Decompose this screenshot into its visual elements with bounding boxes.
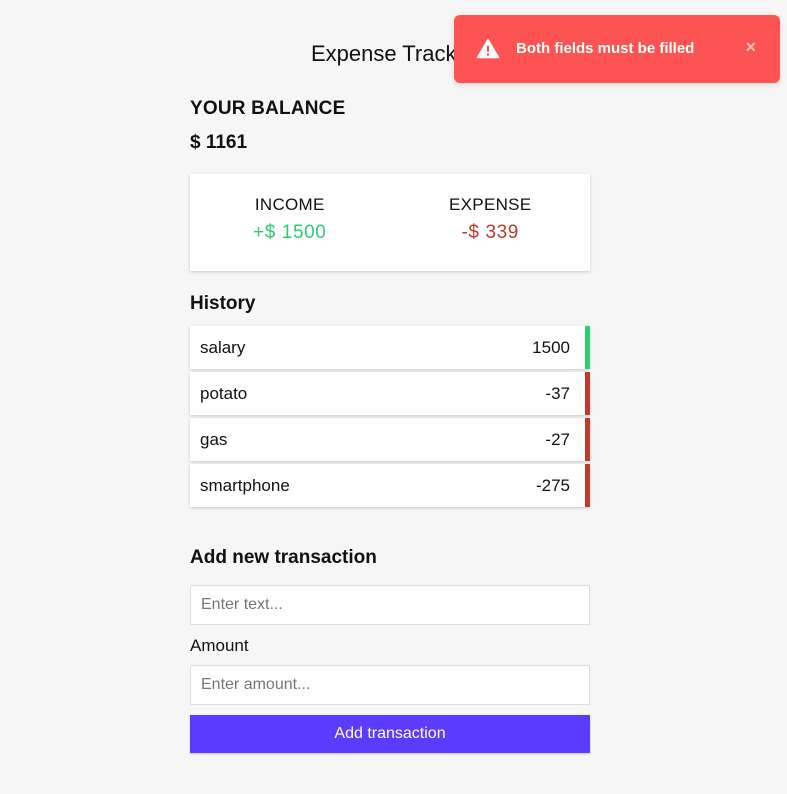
history-item[interactable]: smartphone -275 bbox=[190, 464, 590, 507]
expense-column: EXPENSE -$ 339 bbox=[391, 195, 591, 271]
income-label: INCOME bbox=[254, 195, 325, 214]
expense-value: -$ 339 bbox=[461, 222, 519, 243]
toast-message: Both fields must be filled bbox=[516, 39, 695, 57]
history-list: salary 1500 potato -37 gas -27 smartphon… bbox=[190, 326, 590, 507]
history-item-amount: -37 bbox=[545, 383, 570, 403]
text-field-group bbox=[190, 585, 590, 625]
amount-label: Amount bbox=[190, 636, 249, 655]
add-transaction-button[interactable]: Add transaction bbox=[190, 715, 590, 753]
add-transaction-title: Add new transaction bbox=[190, 547, 377, 568]
error-toast: Both fields must be filled × bbox=[454, 15, 780, 83]
amount-input[interactable] bbox=[190, 665, 590, 705]
income-column: INCOME +$ 1500 bbox=[190, 195, 390, 271]
income-expense-card: INCOME +$ 1500 EXPENSE -$ 339 bbox=[190, 174, 590, 271]
add-transaction-form: Amount Add transaction bbox=[190, 585, 590, 753]
main-container: YOUR BALANCE $ 1161 INCOME +$ 1500 EXPEN… bbox=[190, 96, 590, 753]
income-value: +$ 1500 bbox=[253, 222, 327, 243]
history-item-text: gas bbox=[200, 429, 228, 449]
history-item[interactable]: salary 1500 bbox=[190, 326, 590, 369]
close-icon[interactable]: × bbox=[745, 37, 756, 58]
history-item-text: smartphone bbox=[200, 475, 290, 495]
history-item-text: salary bbox=[200, 337, 246, 357]
history-item[interactable]: potato -37 bbox=[190, 372, 590, 415]
text-input[interactable] bbox=[190, 585, 590, 625]
history-item[interactable]: gas -27 bbox=[190, 418, 590, 461]
balance-label: YOUR BALANCE bbox=[190, 98, 346, 119]
balance-value: $ 1161 bbox=[190, 132, 248, 153]
history-item-amount: 1500 bbox=[532, 337, 570, 357]
history-item-amount: -275 bbox=[535, 475, 570, 495]
history-item-text: potato bbox=[200, 383, 248, 403]
expense-label: EXPENSE bbox=[449, 195, 532, 214]
warning-icon bbox=[476, 37, 500, 61]
history-item-amount: -27 bbox=[545, 429, 570, 449]
history-title: History bbox=[190, 293, 256, 314]
